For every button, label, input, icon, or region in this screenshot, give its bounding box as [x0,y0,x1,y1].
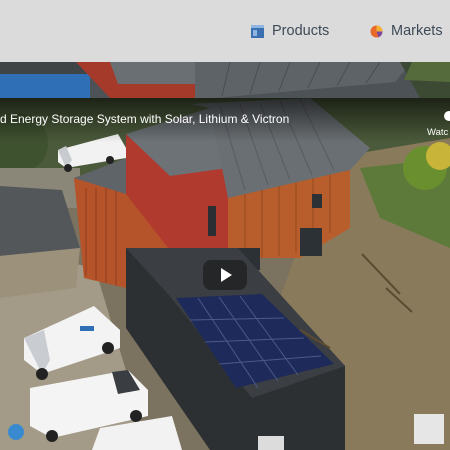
play-button[interactable] [203,260,247,290]
nav-markets-link[interactable]: Markets [370,22,443,40]
watch-later-icon[interactable] [444,111,450,121]
products-icon [251,24,264,38]
markets-icon [370,25,383,37]
nav-markets-label: Markets [391,23,443,39]
play-icon [221,268,232,282]
hero-image [0,62,450,98]
nav-products-label: Products [272,23,330,39]
video-player[interactable]: d Energy Storage System with Solar, Lith… [0,98,450,450]
top-navigation-bar: Products Markets [0,0,450,62]
watch-later-label[interactable]: Watc [427,127,448,138]
video-title[interactable]: d Energy Storage System with Solar, Lith… [0,112,289,126]
nav-products-link[interactable]: Products [251,22,329,40]
